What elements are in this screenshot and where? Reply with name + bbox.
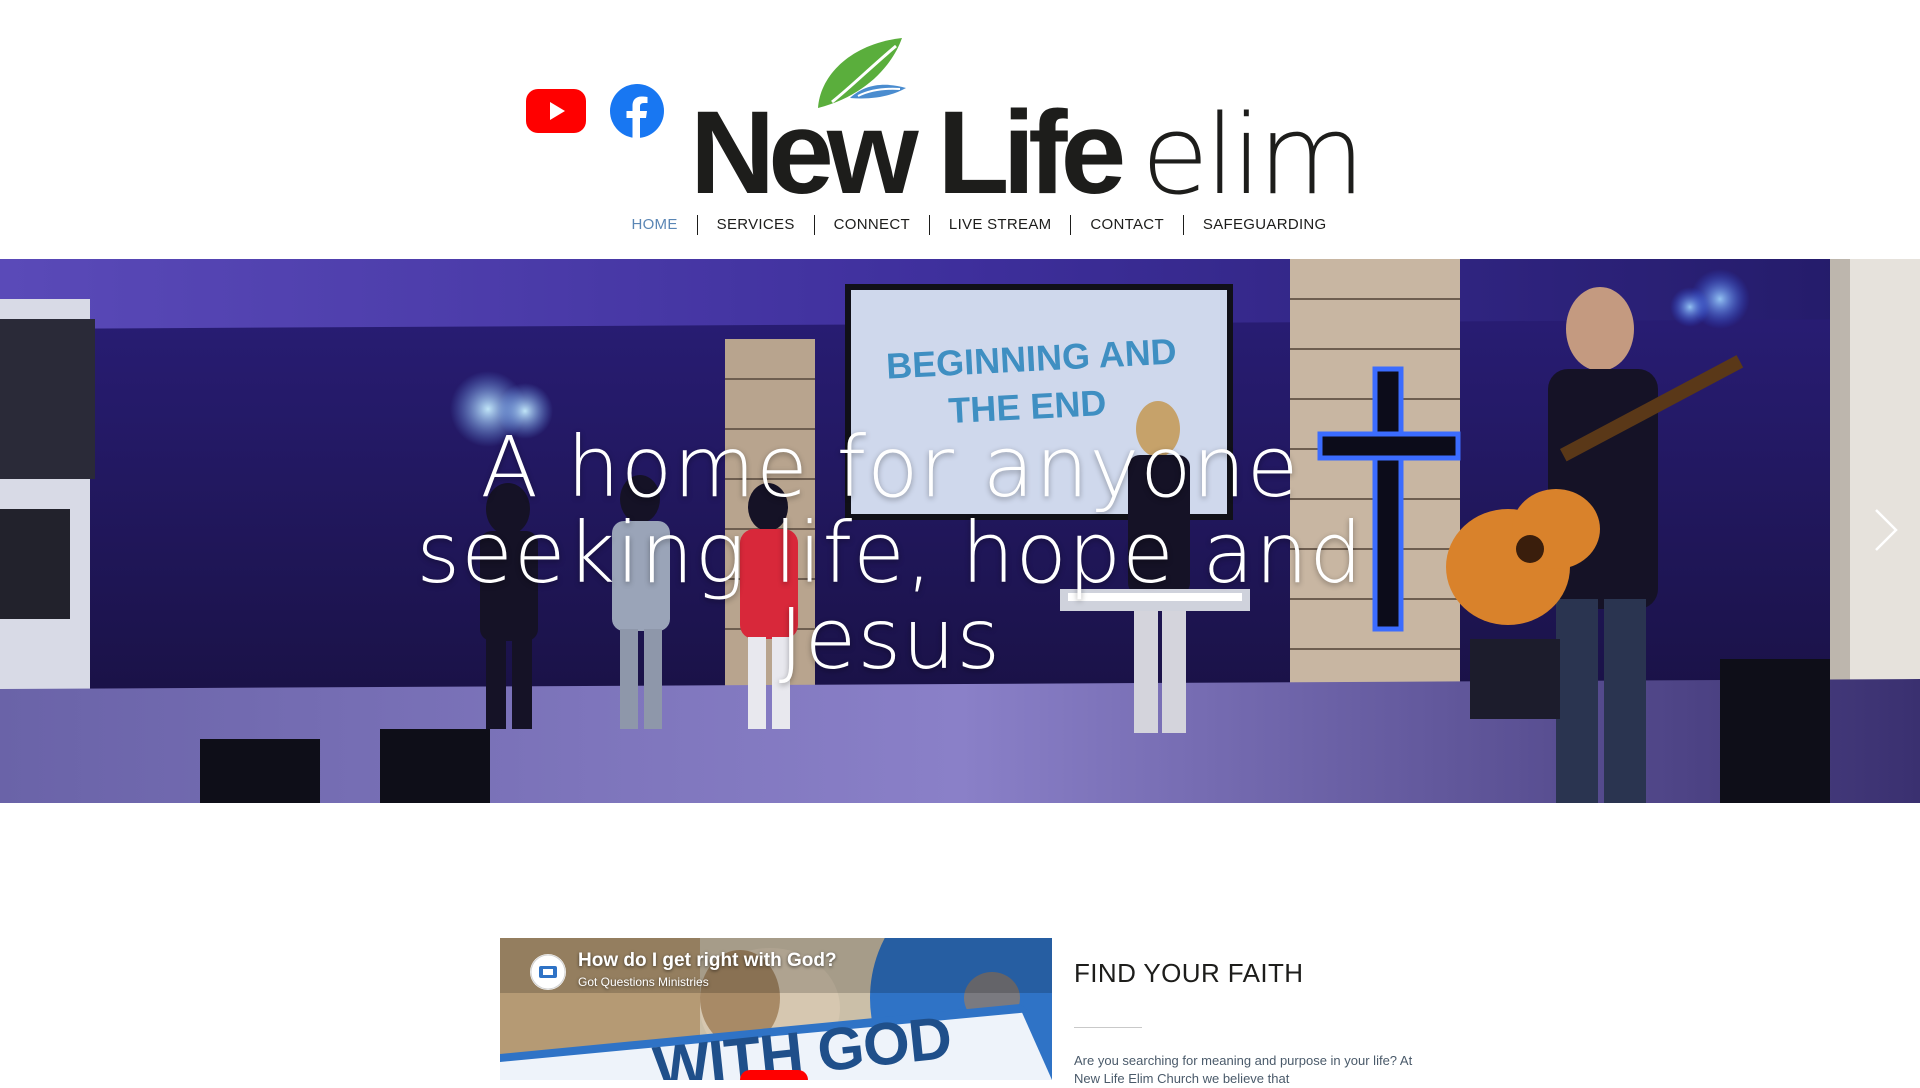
nav-item-live-stream[interactable]: LIVE STREAM [930, 215, 1071, 235]
play-button[interactable] [740, 1070, 808, 1080]
chevron-right-icon[interactable] [1870, 507, 1900, 553]
logo-wordmark: New Life elim [690, 94, 1365, 212]
nav-item-safeguarding[interactable]: SAFEGUARDING [1184, 215, 1346, 235]
nav-item-services[interactable]: SERVICES [698, 215, 814, 235]
section-divider [1074, 1027, 1142, 1028]
nav-item-contact[interactable]: CONTACT [1071, 215, 1182, 235]
site-logo[interactable]: New Life elim [690, 36, 1365, 212]
site-header: New Life elim HOME SERVICES CONNECT LIVE … [0, 0, 1920, 259]
video-channel[interactable]: Got Questions Ministries [578, 975, 709, 989]
youtube-icon[interactable] [526, 89, 586, 133]
channel-avatar-icon[interactable] [530, 954, 566, 990]
video-title[interactable]: How do I get right with God? [578, 950, 837, 972]
logo-word-elim: elim [1141, 91, 1365, 219]
hero-heading: A home for anyone seeking life, hope and… [416, 418, 1364, 688]
main-nav: HOME SERVICES CONNECT LIVE STREAM CONTAC… [0, 213, 1920, 237]
nav-item-connect[interactable]: CONNECT [815, 215, 929, 235]
facebook-icon[interactable] [610, 84, 664, 138]
nav-item-home[interactable]: HOME [612, 215, 696, 235]
logo-word-new-life: New Life [690, 87, 1126, 219]
video-embed[interactable]: How do I get right with God? Got Questio… [500, 938, 1052, 1080]
find-your-faith-heading: FIND YOUR FAITH [1074, 958, 1304, 988]
find-your-faith-text: Are you searching for meaning and purpos… [1074, 1053, 1413, 1086]
hero-slideshow: BEGINNING AND THE END A home for anyone … [0, 259, 1920, 803]
